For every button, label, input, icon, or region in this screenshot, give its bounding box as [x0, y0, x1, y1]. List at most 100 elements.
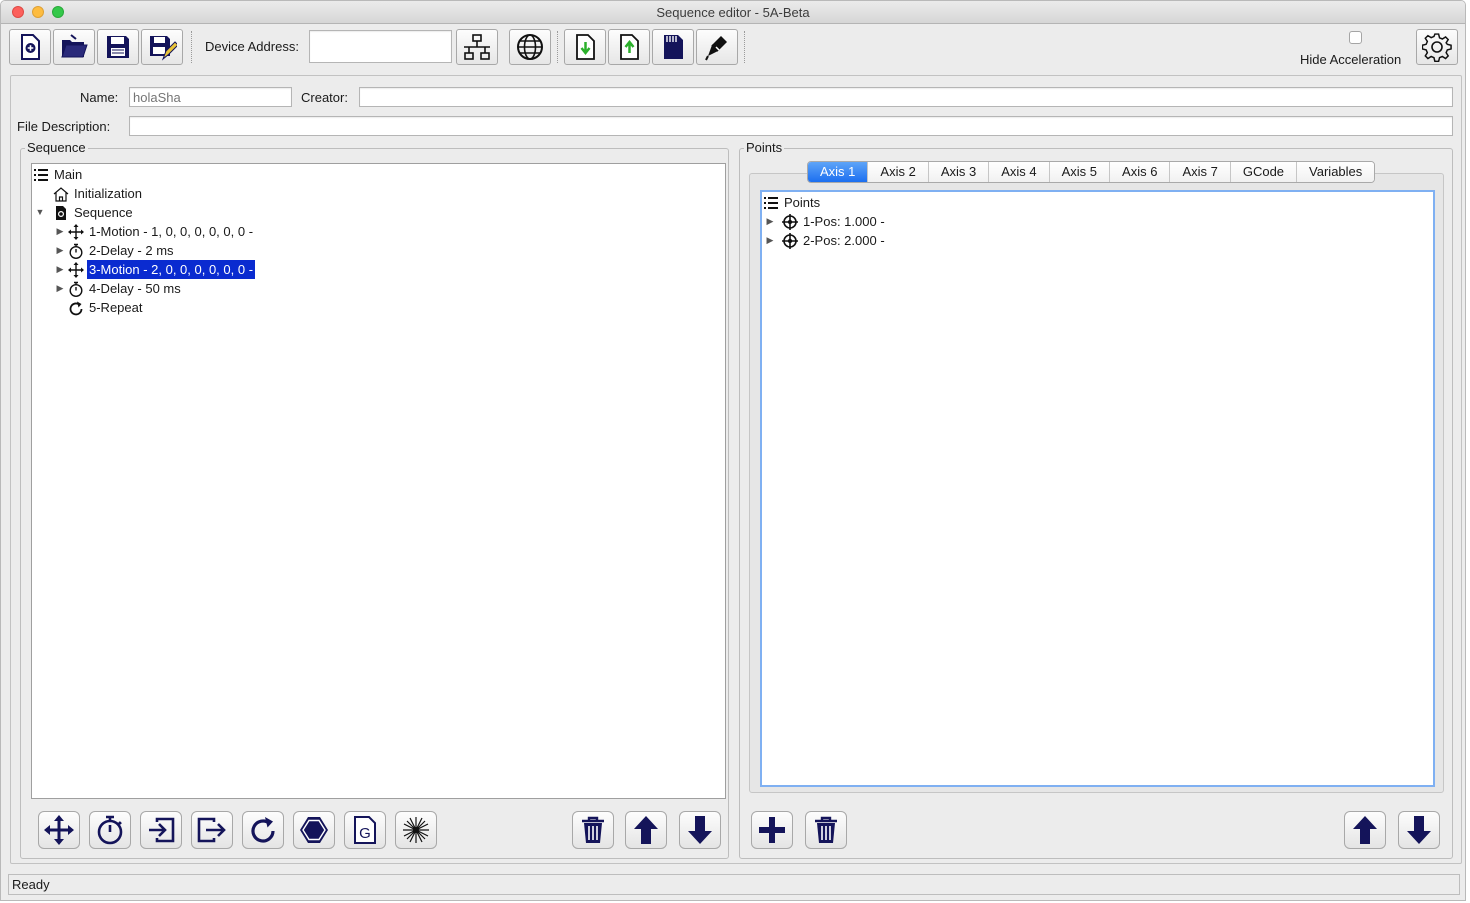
stop-hexagon-icon	[300, 817, 328, 843]
add-repeat-button[interactable]	[242, 811, 284, 849]
editor-panel: Name: Creator: File Description: Sequenc…	[10, 75, 1462, 864]
tree-node-points[interactable]: Points	[762, 193, 822, 212]
edit-button[interactable]	[696, 29, 738, 65]
window-title: Sequence editor - 5A-Beta	[656, 5, 810, 20]
trash-icon	[582, 816, 604, 843]
tree-node-point-2[interactable]: ▶ 2-Pos: 2.000 -	[763, 231, 887, 250]
tree-node-sequence[interactable]: ▼ Sequence	[33, 203, 135, 222]
status-text: Ready	[12, 877, 50, 892]
file-description-input[interactable]	[129, 116, 1453, 136]
tree-node-repeat-5[interactable]: 5-Repeat	[67, 298, 144, 317]
download-button[interactable]	[564, 29, 606, 65]
tree-node-main[interactable]: Main	[32, 165, 84, 184]
arrow-down-icon	[1407, 816, 1431, 844]
add-point-button[interactable]	[751, 811, 793, 849]
points-tree[interactable]: Points ▶ 1-Pos: 1.000 - ▶ 2-Pos: 2.000 -	[760, 190, 1435, 787]
add-input-button[interactable]	[140, 811, 182, 849]
sd-card-button[interactable]	[652, 29, 694, 65]
new-file-icon	[21, 34, 40, 60]
minimize-window-button[interactable]	[32, 6, 44, 18]
move-up-button[interactable]	[625, 811, 667, 849]
repeat-icon	[67, 300, 85, 316]
arrow-down-icon	[688, 816, 712, 844]
hide-acceleration-checkbox[interactable]	[1349, 31, 1362, 44]
tab-axis-6[interactable]: Axis 6	[1110, 162, 1171, 182]
toolbar-separator	[191, 31, 192, 63]
collapsed-arrow-icon[interactable]: ▶	[53, 260, 67, 279]
device-address-input[interactable]	[309, 30, 452, 63]
collapsed-arrow-icon[interactable]: ▶	[53, 241, 67, 260]
file-download-icon	[576, 34, 595, 60]
title-bar: Sequence editor - 5A-Beta	[1, 1, 1465, 24]
hide-acceleration-label: Hide Acceleration	[1300, 52, 1402, 67]
add-laser-button[interactable]	[395, 811, 437, 849]
tree-node-delay-2[interactable]: ▶ 2-Delay - 2 ms	[53, 241, 176, 260]
delete-item-button[interactable]	[572, 811, 614, 849]
plus-icon	[759, 817, 785, 843]
tree-node-initialization[interactable]: Initialization	[52, 184, 144, 203]
expanded-arrow-icon[interactable]: ▼	[33, 203, 47, 222]
sequence-group-title: Sequence	[25, 140, 88, 156]
collapsed-arrow-icon[interactable]: ▶	[53, 222, 67, 241]
stopwatch-icon	[67, 281, 85, 297]
network-button[interactable]	[456, 29, 498, 65]
point-up-button[interactable]	[1344, 811, 1386, 849]
save-as-button[interactable]	[141, 29, 183, 65]
tab-axis-7[interactable]: Axis 7	[1170, 162, 1231, 182]
close-window-button[interactable]	[12, 6, 24, 18]
file-description-label: File Description:	[17, 119, 111, 134]
toolbar: Device Address: Hide Acceleration	[1, 25, 1465, 69]
stopwatch-icon	[67, 243, 85, 259]
globe-icon	[517, 34, 543, 60]
floppy-disk-pencil-icon	[150, 36, 177, 61]
tab-axis-3[interactable]: Axis 3	[928, 162, 990, 182]
point-down-button[interactable]	[1398, 811, 1440, 849]
tree-node-motion-3[interactable]: ▶ 3-Motion - 2, 0, 0, 0, 0, 0, 0 -	[53, 260, 256, 279]
tree-node-motion-1[interactable]: ▶ 1-Motion - 1, 0, 0, 0, 0, 0, 0 -	[53, 222, 255, 241]
arrow-up-icon	[634, 816, 658, 844]
delete-point-button[interactable]	[805, 811, 847, 849]
points-group-title: Points	[744, 140, 785, 156]
collapsed-arrow-icon[interactable]: ▶	[763, 212, 777, 231]
network-tree-icon	[464, 34, 490, 60]
device-address-label: Device Address:	[205, 39, 299, 54]
tab-axis-1[interactable]: Axis 1	[808, 162, 869, 182]
repeat-icon	[251, 817, 275, 843]
collapsed-arrow-icon[interactable]: ▶	[763, 231, 777, 250]
new-file-button[interactable]	[9, 29, 51, 65]
sequence-doc-icon	[52, 205, 70, 221]
save-button[interactable]	[97, 29, 139, 65]
tab-variables[interactable]: Variables	[1297, 162, 1375, 182]
creator-input[interactable]	[359, 87, 1453, 107]
tab-gcode[interactable]: GCode	[1230, 162, 1298, 182]
tab-axis-2[interactable]: Axis 2	[868, 162, 929, 182]
status-bar: Ready	[8, 874, 1460, 895]
tree-node-point-1[interactable]: ▶ 1-Pos: 1.000 -	[763, 212, 887, 231]
toolbar-separator	[744, 31, 745, 63]
list-icon	[32, 167, 50, 183]
add-motion-button[interactable]	[38, 811, 80, 849]
points-group: Points Axis 1 Axis 2 Axis 3 Axis 4 Axis …	[739, 140, 1453, 859]
tab-axis-5[interactable]: Axis 5	[1049, 162, 1111, 182]
home-icon	[52, 186, 70, 202]
open-folder-button[interactable]	[53, 29, 95, 65]
collapsed-arrow-icon[interactable]: ▶	[53, 279, 67, 298]
add-gcode-button[interactable]: G	[344, 811, 386, 849]
name-input[interactable]	[129, 87, 292, 107]
settings-button[interactable]	[1416, 29, 1458, 65]
floppy-disk-icon	[107, 36, 129, 58]
add-stop-button[interactable]	[293, 811, 335, 849]
sequence-tree[interactable]: Main Initialization ▼ Sequence ▶ 1-Motio…	[31, 163, 726, 799]
move-down-button[interactable]	[679, 811, 721, 849]
add-output-button[interactable]	[191, 811, 233, 849]
tree-node-delay-4[interactable]: ▶ 4-Delay - 50 ms	[53, 279, 183, 298]
web-button[interactable]	[509, 29, 551, 65]
maximize-window-button[interactable]	[52, 6, 64, 18]
add-delay-button[interactable]	[89, 811, 131, 849]
stopwatch-icon	[97, 815, 123, 845]
trash-icon	[815, 816, 837, 843]
move-arrows-icon	[67, 261, 85, 278]
upload-button[interactable]	[608, 29, 650, 65]
pen-icon	[705, 36, 727, 61]
tab-axis-4[interactable]: Axis 4	[989, 162, 1050, 182]
